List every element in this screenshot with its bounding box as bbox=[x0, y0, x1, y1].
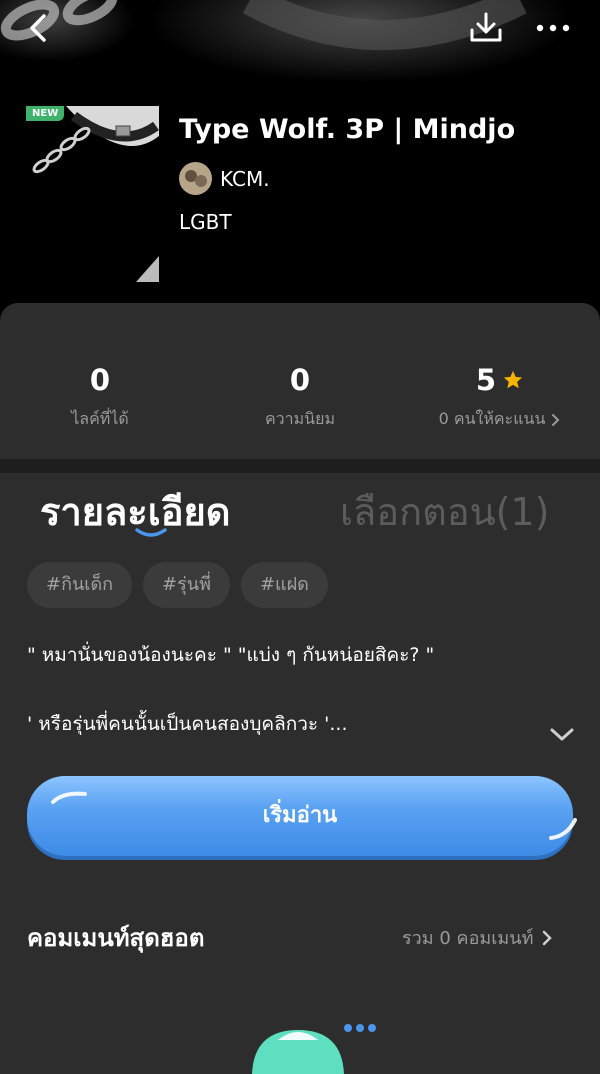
likes-count: 0 bbox=[89, 363, 111, 397]
tag-list: #กินเด็ก #รุ่นพี่ #แฝด bbox=[27, 562, 328, 608]
section-divider bbox=[0, 459, 600, 473]
more-horizontal-icon bbox=[536, 24, 570, 32]
cover-art bbox=[32, 106, 159, 282]
expand-description-button[interactable] bbox=[546, 720, 578, 748]
stat-popularity: 0 ความนิยม bbox=[200, 363, 400, 432]
chain-decoration bbox=[0, 0, 527, 50]
book-cover[interactable]: NEW bbox=[26, 106, 159, 282]
book-title: Type Wolf. 3P | Mindjo bbox=[179, 114, 516, 145]
stats-row: 0 ไลค์ที่ได้ 0 ความนิยม 5 0 คนให้คะแนน bbox=[0, 303, 600, 459]
author[interactable]: KCM. bbox=[179, 162, 270, 195]
more-options-button[interactable] bbox=[532, 12, 576, 44]
start-reading-button[interactable]: เริ่มอ่าน bbox=[27, 776, 577, 856]
genre-label: LGBT bbox=[179, 210, 232, 234]
button-gloss bbox=[51, 791, 87, 804]
tag-chip[interactable]: #แฝด bbox=[240, 562, 328, 608]
download-icon bbox=[470, 12, 502, 42]
hot-comments-title: คอมเมนท์สุดฮอต bbox=[27, 924, 205, 952]
chevron-right-icon bbox=[552, 413, 560, 426]
rating-value: 5 bbox=[475, 363, 497, 397]
tab-episodes[interactable]: เลือกตอน(1) bbox=[340, 481, 549, 542]
rating-count-label: 0 คนให้คะแนน bbox=[438, 409, 546, 428]
all-comments-link[interactable]: รวม 0 คอมเมนท์ bbox=[402, 923, 553, 952]
active-tab-indicator bbox=[135, 528, 167, 537]
comments-count-label: รวม 0 คอมเมนท์ bbox=[402, 928, 534, 949]
stat-likes: 0 ไลค์ที่ได้ bbox=[0, 363, 200, 432]
star-icon bbox=[503, 370, 523, 389]
button-gloss bbox=[549, 818, 577, 840]
likes-label: ไลค์ที่ได้ bbox=[71, 409, 129, 428]
new-badge: NEW bbox=[26, 106, 65, 121]
stat-rating[interactable]: 5 0 คนให้คะแนน bbox=[400, 363, 600, 432]
tag-chip[interactable]: #กินเด็ก bbox=[27, 562, 133, 608]
start-reading-label: เริ่มอ่าน bbox=[262, 803, 338, 828]
popularity-count: 0 bbox=[289, 363, 311, 397]
back-button[interactable] bbox=[22, 10, 62, 46]
chevron-left-icon bbox=[30, 14, 46, 42]
download-button[interactable] bbox=[466, 8, 506, 48]
description-line-2: ' หรือรุ่นพี่คนนั้นเป็นคนสองบุคลิกวะ '..… bbox=[27, 713, 348, 735]
popularity-label: ความนิยม bbox=[264, 409, 336, 428]
tag-chip[interactable]: #รุ่นพี่ bbox=[143, 562, 230, 608]
chevron-right-icon bbox=[543, 930, 553, 945]
chevron-down-icon bbox=[550, 728, 574, 741]
author-name: KCM. bbox=[220, 166, 270, 191]
author-avatar bbox=[179, 162, 212, 195]
mascot-illustration bbox=[240, 1018, 380, 1074]
description-line-1: " หมานั่นของน้องนะคะ " "แบ่ง ๆ กันหน่อยส… bbox=[27, 644, 435, 666]
tab-bar: รายละเอียด เลือกตอน(1) bbox=[0, 473, 600, 543]
